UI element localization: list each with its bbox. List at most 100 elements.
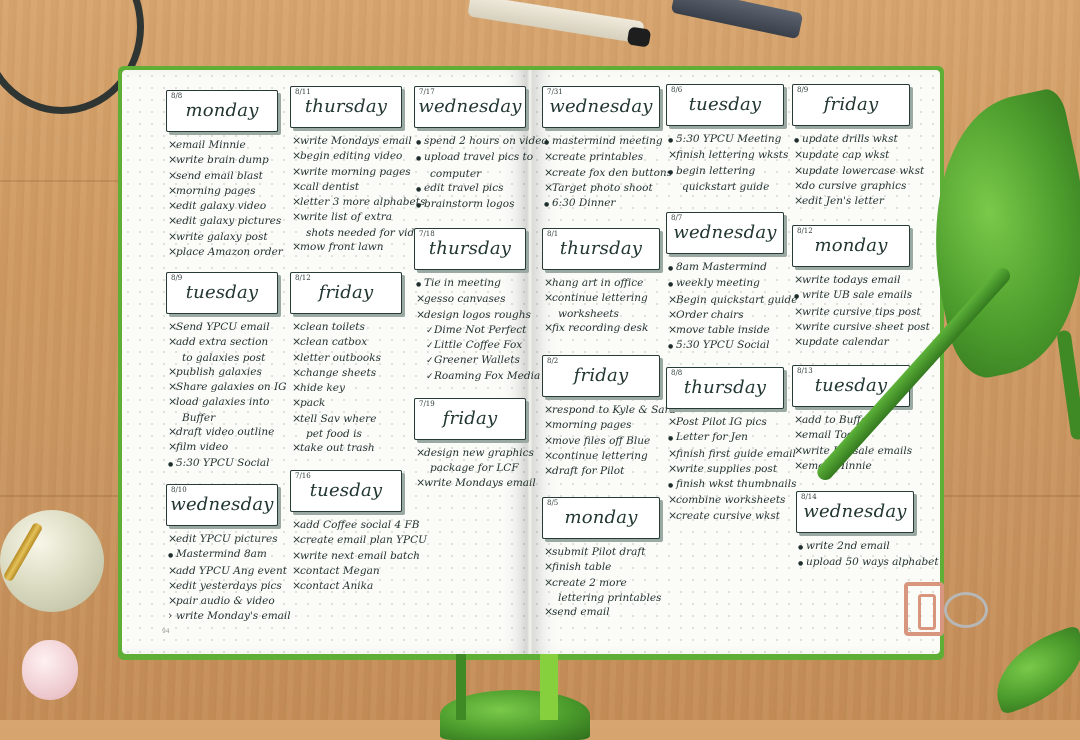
day-card-thursday: 8/11thursday write Mondays email begin edi… — [290, 86, 427, 255]
day-name: wednesday — [803, 501, 907, 522]
x-mark-icon — [292, 149, 300, 164]
task-item: film video — [168, 440, 278, 455]
task-text: send email — [552, 606, 610, 619]
task-text: morning pages — [176, 184, 256, 197]
task-text: do cursive graphics — [802, 179, 907, 192]
task-text: edit YPCU pictures — [176, 533, 278, 545]
task-text: email Minnie — [176, 139, 246, 151]
task-item: Post Pilot IG pics — [668, 415, 784, 430]
task-text: Roaming Fox Media — [434, 369, 541, 382]
task-text: Letter for Jen — [676, 431, 748, 444]
day-card-friday: 8/12 friday clean toilets clean catbox lette… — [290, 272, 402, 457]
x-mark-icon — [794, 179, 802, 194]
day-name: friday — [442, 408, 498, 429]
x-mark-icon — [544, 449, 552, 464]
task-list: clean toilets clean catbox letter outbooks… — [292, 320, 402, 457]
task-list: respond to Kyle & Sara morning pages move … — [544, 403, 676, 479]
task-item: Letter for Jen — [668, 430, 784, 446]
task-text: write supplies post — [676, 462, 778, 475]
rose-quartz-icon — [22, 640, 78, 700]
task-item: write Mondays email — [292, 134, 412, 149]
bullet-dot-icon — [798, 540, 806, 555]
x-mark-icon — [668, 148, 676, 163]
task-text: brainstorm logos — [424, 198, 515, 211]
task-text: lettering printables — [558, 591, 662, 604]
day-header: 8/10 wednesday — [166, 484, 278, 526]
task-text: write brain dump — [176, 154, 269, 167]
bullet-dot-icon — [416, 277, 424, 292]
day-name: monday — [564, 507, 638, 528]
day-date: 8/8 — [171, 92, 183, 100]
day-date: 7/18 — [419, 230, 435, 238]
x-mark-icon — [794, 428, 802, 443]
day-name: tuesday — [309, 480, 383, 501]
x-mark-icon — [292, 412, 300, 427]
task-text: pack — [300, 397, 326, 410]
x-mark-icon — [168, 532, 176, 547]
day-header: 7/17 wednesday — [414, 86, 526, 128]
task-list: edit YPCU pictures Mastermind 8am add YPCU… — [168, 532, 291, 625]
x-mark-icon — [168, 564, 176, 579]
task-text: continue lettering — [552, 292, 648, 305]
x-mark-icon — [168, 320, 176, 335]
clip-ring-icon — [944, 592, 988, 628]
day-card-monday: 8/12monday write todays email write UB sal… — [792, 225, 930, 350]
x-mark-icon — [544, 434, 552, 449]
task-list: mastermind meeting create printables creat… — [544, 134, 672, 212]
task-item: create fox den buttons — [544, 166, 672, 181]
task-item: submit Pilot draft — [544, 545, 660, 560]
x-mark-icon — [168, 395, 176, 410]
x-mark-icon — [544, 403, 552, 418]
task-text: add YPCU Ang event — [176, 564, 288, 577]
day-header: 8/11 thursday — [290, 86, 402, 128]
x-mark-icon — [292, 134, 300, 149]
task-item: spend 2 hours on video — [416, 134, 548, 150]
task-text: write 2nd email — [806, 540, 890, 552]
task-text: edit Jen's letter — [802, 195, 884, 208]
x-mark-icon — [544, 291, 552, 306]
x-mark-icon — [416, 446, 424, 461]
day-date: 8/8 — [671, 369, 683, 377]
day-date: 7/19 — [419, 400, 435, 408]
day-header: 7/16 tuesday — [290, 470, 402, 512]
task-text: submit Pilot draft — [552, 546, 646, 558]
task-item: send email blast — [168, 169, 278, 184]
task-item: to galaxies post — [168, 351, 278, 365]
task-item: Order chairs — [668, 308, 784, 323]
task-text: write todays email — [802, 274, 901, 286]
task-text: 6:30 Dinner — [552, 197, 616, 210]
x-mark-icon — [544, 576, 552, 591]
task-text: 5:30 YPCU Meeting — [676, 133, 782, 145]
task-item: 5:30 YPCU Social — [168, 456, 278, 472]
task-item: edit travel pics — [416, 181, 526, 197]
task-text: Tie in meeting — [424, 277, 501, 289]
day-card-monday: 8/5 monday submit Pilot draft finish table c… — [542, 497, 662, 620]
x-mark-icon — [544, 605, 552, 620]
task-item: Tie in meeting — [416, 276, 526, 292]
day-header: 8/12 friday — [290, 272, 402, 314]
task-item: mow front lawn — [292, 240, 402, 255]
x-mark-icon — [292, 564, 300, 579]
task-item: letter outbooks — [292, 351, 402, 366]
day-header: 8/1 thursday — [542, 228, 660, 270]
task-item: edit yesterdays pics — [168, 579, 282, 594]
task-text: write Mondays email — [300, 135, 412, 147]
day-name: wednesday — [418, 96, 522, 117]
check-icon — [426, 339, 434, 353]
task-text: mastermind meeting — [552, 135, 663, 147]
x-mark-icon — [168, 199, 176, 214]
x-mark-icon — [544, 464, 552, 479]
task-item: Dime Not Perfect — [416, 323, 526, 338]
x-mark-icon — [416, 476, 424, 491]
task-list: write Mondays email begin editing video wr… — [292, 134, 427, 255]
task-text: write UB sale emails — [802, 289, 913, 302]
task-text: Target photo shoot — [552, 181, 653, 194]
task-item: create email plan YPCU — [292, 533, 427, 548]
task-text: add Coffee social 4 FB — [300, 519, 420, 531]
task-item: write galaxy post — [168, 230, 278, 245]
task-item: gesso canvases — [416, 292, 526, 307]
x-mark-icon — [168, 365, 176, 380]
bullet-dot-icon — [794, 133, 802, 148]
day-name: monday — [814, 235, 888, 256]
task-item: 6:30 Dinner — [544, 196, 660, 212]
